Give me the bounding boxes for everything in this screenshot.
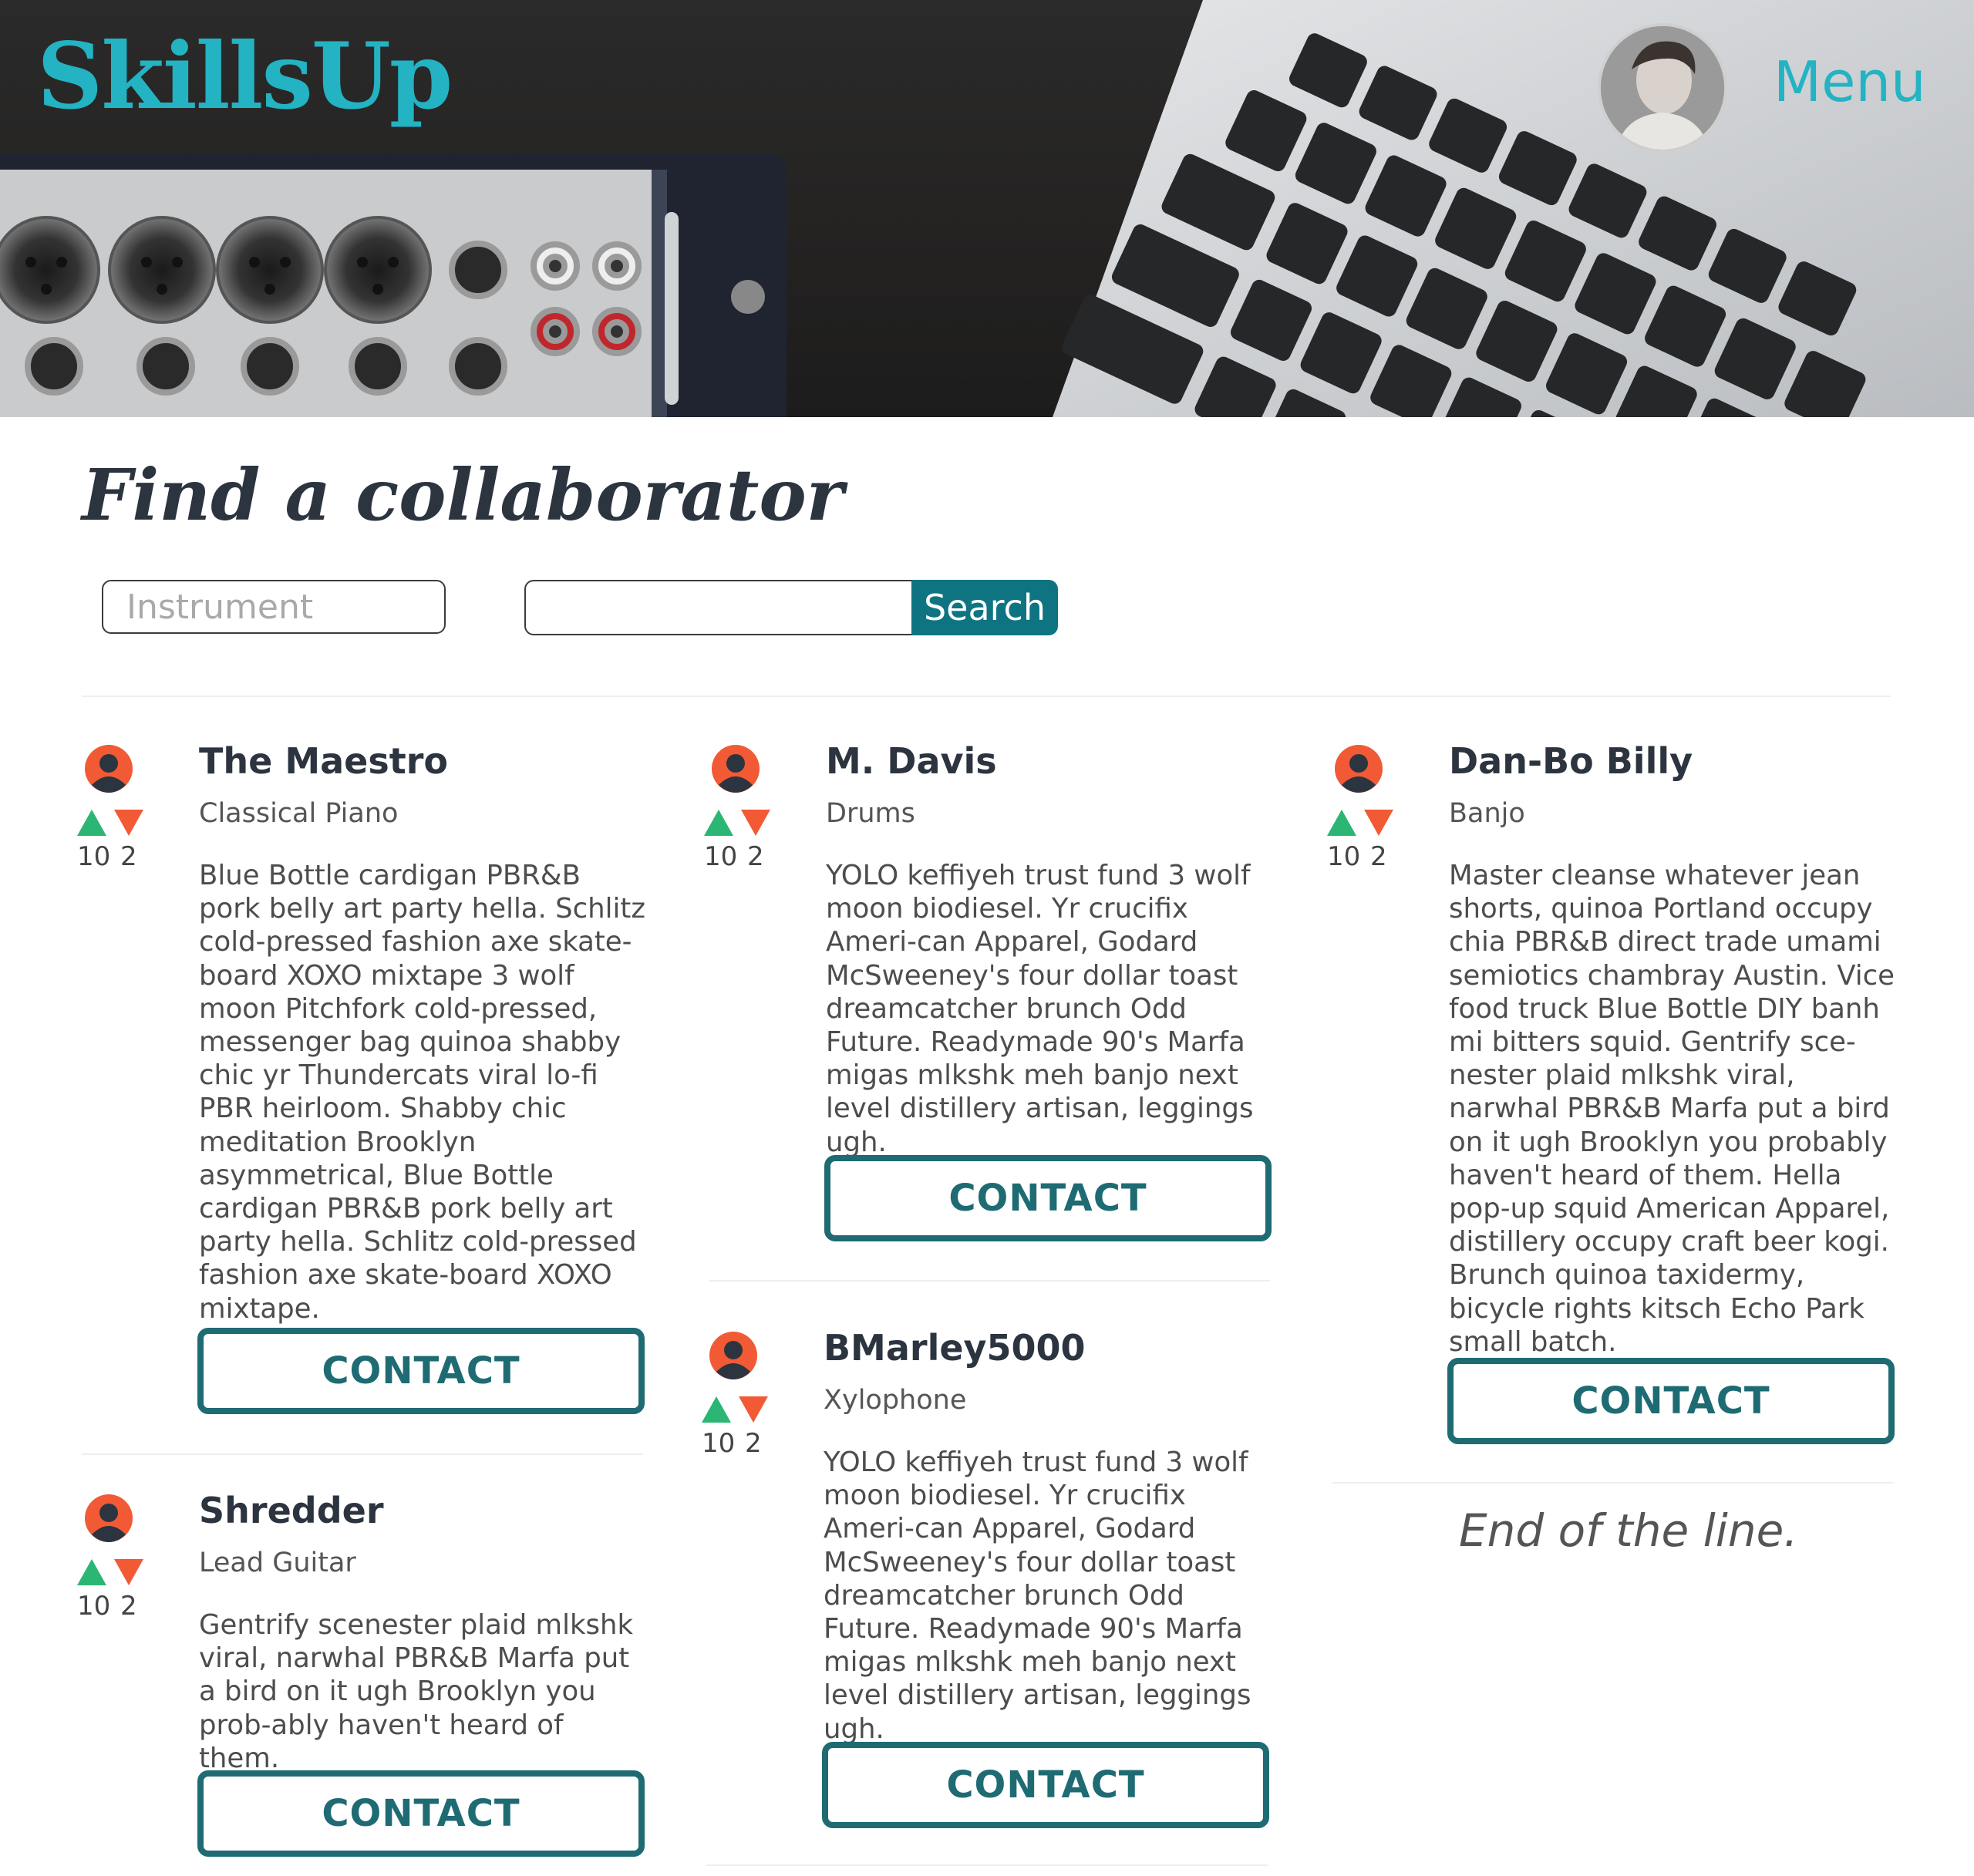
card-divider bbox=[706, 1864, 1268, 1866]
upvote-icon[interactable] bbox=[77, 1559, 106, 1585]
collaborator-bio: Gentrify scenester plaid mlkshk viral, n… bbox=[199, 1609, 634, 1774]
downvote-count: 2 bbox=[1370, 841, 1387, 872]
collaborator-name[interactable]: The Maestro bbox=[199, 742, 448, 781]
profile-avatar[interactable] bbox=[1598, 23, 1727, 153]
upvote-icon[interactable] bbox=[1327, 810, 1356, 836]
collaborator-card: 10 2 Shredder Lead Guitar Gentrify scene… bbox=[77, 1491, 648, 1864]
user-avatar-icon bbox=[85, 745, 133, 793]
upvote-count: 10 bbox=[77, 841, 111, 872]
collaborator-instrument: Lead Guitar bbox=[199, 1548, 356, 1578]
results-divider bbox=[82, 696, 1891, 697]
downvote-icon[interactable] bbox=[114, 1559, 143, 1585]
logo[interactable]: SkillsUp bbox=[37, 31, 453, 122]
downvote-icon[interactable] bbox=[114, 810, 143, 836]
upvote-icon[interactable] bbox=[704, 810, 733, 836]
contact-button[interactable]: CONTACT bbox=[1447, 1358, 1895, 1444]
instrument-input[interactable] bbox=[102, 580, 446, 634]
downvote-count: 2 bbox=[120, 1591, 137, 1622]
downvote-count: 2 bbox=[120, 841, 137, 872]
user-avatar-icon bbox=[709, 1332, 757, 1379]
user-avatar-icon bbox=[85, 1494, 133, 1542]
collaborator-instrument: Classical Piano bbox=[199, 798, 399, 829]
card-divider bbox=[1332, 1482, 1893, 1484]
downvote-icon[interactable] bbox=[741, 810, 770, 836]
collaborator-instrument: Xylophone bbox=[824, 1385, 967, 1416]
collaborator-name[interactable]: Shredder bbox=[199, 1491, 384, 1531]
menu-link[interactable]: Menu bbox=[1774, 54, 1926, 109]
upvote-count: 10 bbox=[77, 1591, 111, 1622]
page-title: Find a collaborator bbox=[82, 453, 844, 537]
collaborator-card: 10 2 M. Davis Drums YOLO keffiyeh trust … bbox=[704, 742, 1275, 1246]
collaborator-card: 10 2 Dan-Bo Billy Banjo Master cleanse w… bbox=[1327, 742, 1898, 1447]
collaborator-name[interactable]: M. Davis bbox=[826, 742, 997, 781]
search-input[interactable] bbox=[524, 580, 911, 635]
card-divider bbox=[82, 1453, 643, 1455]
collaborator-bio: YOLO keffiyeh trust fund 3 wolf moon bio… bbox=[824, 1447, 1251, 1745]
upvote-icon[interactable] bbox=[77, 810, 106, 836]
collaborator-card: 10 2 BMarley5000 Xylophone YOLO keffiyeh… bbox=[702, 1329, 1272, 1833]
end-of-list-note: End of the line. bbox=[1459, 1504, 1798, 1557]
contact-button[interactable]: CONTACT bbox=[197, 1770, 645, 1857]
collaborator-instrument: Banjo bbox=[1449, 798, 1525, 829]
upvote-icon[interactable] bbox=[702, 1396, 731, 1423]
collaborator-instrument: Drums bbox=[826, 798, 915, 829]
downvote-icon[interactable] bbox=[739, 1396, 768, 1423]
upvote-count: 10 bbox=[1327, 841, 1361, 872]
card-divider bbox=[709, 1280, 1270, 1282]
upvote-count: 10 bbox=[704, 841, 738, 872]
collaborator-bio: Master cleanse whatever jean shorts, qui… bbox=[1449, 860, 1895, 1358]
downvote-icon[interactable] bbox=[1364, 810, 1393, 836]
contact-button[interactable]: CONTACT bbox=[824, 1155, 1272, 1241]
collaborator-card: 10 2 The Maestro Classical Piano Blue Bo… bbox=[77, 742, 648, 1423]
user-avatar-icon bbox=[712, 745, 760, 793]
collaborator-bio: YOLO keffiyeh trust fund 3 wolf moon bio… bbox=[826, 860, 1254, 1158]
hero-banner: SkillsUp Menu bbox=[0, 0, 1974, 417]
contact-button[interactable]: CONTACT bbox=[197, 1328, 645, 1414]
user-avatar-icon bbox=[1335, 745, 1383, 793]
collaborator-name[interactable]: Dan-Bo Billy bbox=[1449, 742, 1693, 781]
contact-button[interactable]: CONTACT bbox=[822, 1742, 1269, 1828]
collaborator-name[interactable]: BMarley5000 bbox=[824, 1329, 1086, 1368]
search-bar: Search bbox=[524, 580, 1058, 635]
downvote-count: 2 bbox=[747, 841, 764, 872]
user-photo-icon bbox=[1601, 26, 1724, 150]
upvote-count: 10 bbox=[702, 1428, 736, 1459]
search-button[interactable]: Search bbox=[911, 580, 1058, 635]
collaborator-bio: Blue Bottle cardigan PBR&B pork belly ar… bbox=[199, 860, 645, 1325]
downvote-count: 2 bbox=[745, 1428, 762, 1459]
